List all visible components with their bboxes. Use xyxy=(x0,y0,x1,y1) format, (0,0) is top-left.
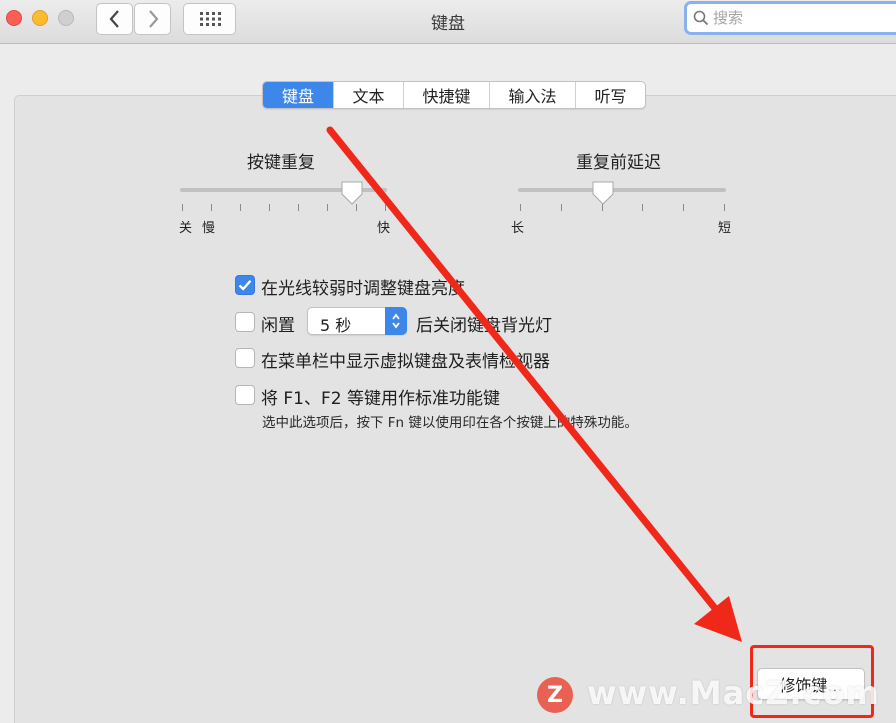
watermark-text: www.MacZ.com xyxy=(587,674,880,712)
annotation-arrow xyxy=(326,126,742,642)
watermark-logo: Z xyxy=(537,677,573,713)
